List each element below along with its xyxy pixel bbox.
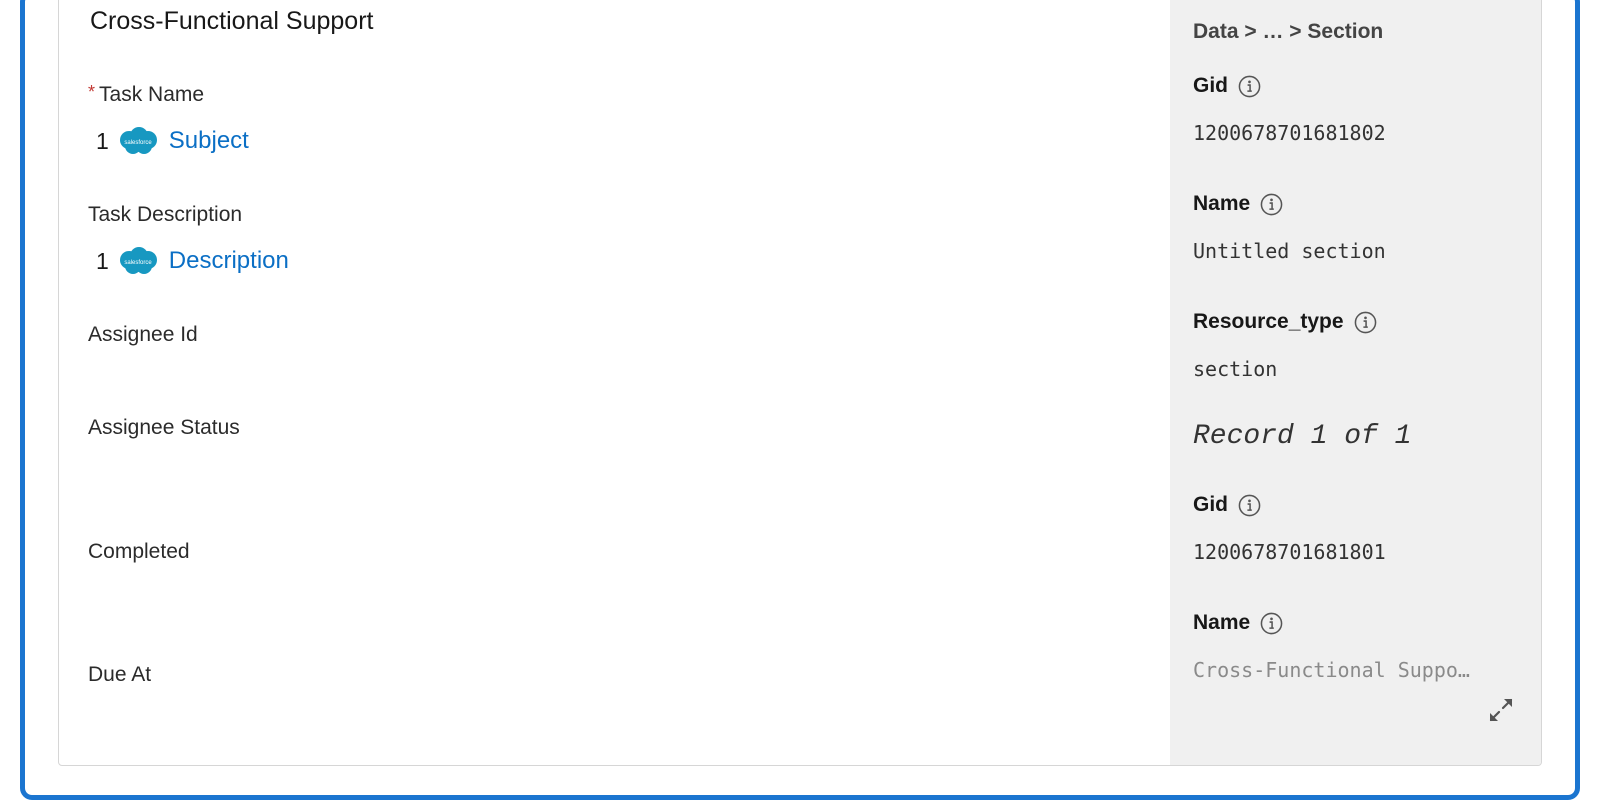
task-name-label: * Task Name (88, 82, 205, 107)
mapping-index: 1 (96, 247, 109, 274)
record-gid-label-text: Gid (1193, 493, 1228, 516)
record-name-label: Name (1193, 611, 1283, 635)
salesforce-cloud-icon: salesforce (119, 127, 157, 154)
gid-label-text: Gid (1193, 74, 1228, 97)
mapping-index: 1 (96, 127, 109, 154)
resource-type-label: Resource_type (1193, 310, 1377, 334)
field-mapping-form: Cross-Functional Support * Task Name 1 sa… (59, 0, 1169, 765)
task-name-mapping[interactable]: 1 salesforce Subject (96, 124, 249, 158)
name-label-text: Name (1193, 192, 1251, 215)
task-description-label: Task Description (88, 203, 243, 226)
mapping-card: Cross-Functional Support * Task Name 1 sa… (58, 0, 1542, 766)
info-icon[interactable] (1238, 494, 1261, 517)
resource-type-value: section (1193, 357, 1278, 381)
record-gid-value: 1200678701681801 (1193, 540, 1386, 564)
salesforce-cloud-icon: salesforce (119, 247, 157, 274)
description-field-link[interactable]: Description (169, 247, 289, 275)
info-icon[interactable] (1354, 311, 1377, 334)
assignee-id-label: Assignee Id (88, 323, 198, 346)
task-name-label-text: Task Name (99, 83, 205, 106)
expand-icon[interactable] (1487, 696, 1515, 724)
info-icon[interactable] (1260, 612, 1283, 635)
info-icon[interactable] (1260, 193, 1283, 216)
completed-label: Completed (88, 540, 190, 563)
svg-text:salesforce: salesforce (124, 140, 152, 146)
resource-type-label-text: Resource_type (1193, 310, 1344, 333)
svg-text:salesforce: salesforce (124, 260, 152, 266)
record-counter: Record 1 of 1 (1193, 421, 1412, 452)
gid-value: 1200678701681802 (1193, 121, 1386, 145)
info-icon[interactable] (1238, 75, 1261, 98)
data-preview-panel: Data > … > Section Gid 1200678701681802 … (1170, 0, 1541, 765)
assignee-status-label: Assignee Status (88, 416, 240, 439)
subject-field-link[interactable]: Subject (169, 127, 249, 155)
breadcrumb[interactable]: Data > … > Section (1193, 20, 1383, 44)
required-indicator: * (88, 82, 96, 102)
section-title: Cross-Functional Support (90, 7, 374, 35)
record-name-value: Cross-Functional Suppo… (1193, 658, 1470, 682)
due-at-label: Due At (88, 663, 152, 686)
task-description-mapping[interactable]: 1 salesforce Description (96, 244, 289, 278)
gid-label: Gid (1193, 74, 1261, 98)
record-name-label-text: Name (1193, 611, 1251, 634)
name-label: Name (1193, 192, 1283, 216)
name-value: Untitled section (1193, 239, 1386, 263)
record-gid-label: Gid (1193, 493, 1261, 517)
